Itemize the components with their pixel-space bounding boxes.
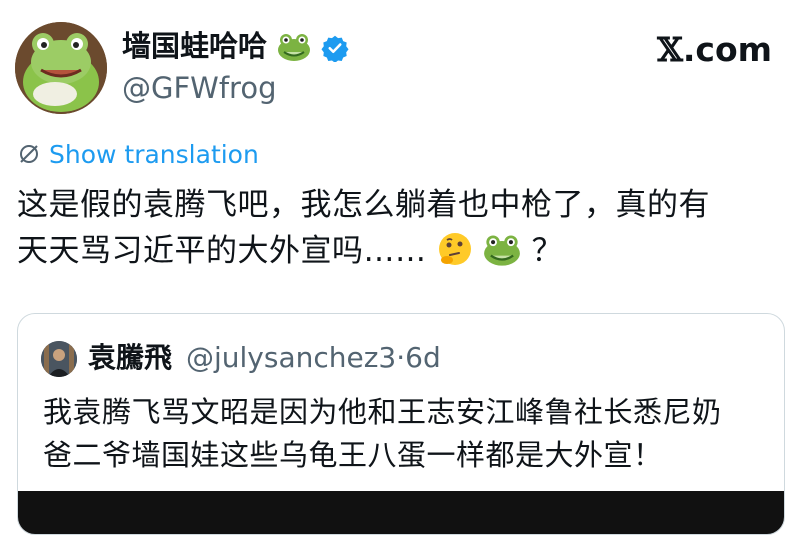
translate-globe-icon <box>20 145 38 163</box>
meta-separator: · <box>396 341 406 374</box>
tweet-trailing-mark: ？ <box>531 233 564 269</box>
author-avatar[interactable] <box>15 22 107 114</box>
frog-face-emoji <box>277 32 311 72</box>
tweet-line-1: 这是假的袁腾飞吧，我怎么躺着也中枪了，真的有 <box>17 187 710 223</box>
thinking-face-emoji <box>437 231 473 280</box>
x-logo-letter: 𝕏 <box>657 30 683 69</box>
quote-meta: @julysanchez3·6d <box>186 338 441 378</box>
quote-line-1: 我袁腾飞骂文昭是因为他和王志安江峰鲁社长悉尼奶 <box>43 395 722 429</box>
frog-face-emoji <box>483 233 521 280</box>
x-com-logo: 𝕏.com <box>657 28 772 72</box>
quote-author-name[interactable]: 袁騰飛 <box>88 338 172 378</box>
brand-domain: .com <box>682 30 772 69</box>
author-display-name[interactable]: 墙国蛙哈哈 <box>122 26 349 72</box>
verified-badge-icon[interactable] <box>321 32 349 72</box>
tweet-body: 这是假的袁腾飞吧，我怎么躺着也中枪了，真的有 天天骂习近平的大外宣吗…… ？ <box>17 182 787 280</box>
show-translation-label: Show translation <box>49 140 259 169</box>
tweet-line-2: 天天骂习近平的大外宣吗…… <box>17 233 427 269</box>
author-name-text: 墙国蛙哈哈 <box>122 29 268 63</box>
quote-line-2: 爸二爷墙国娃这些乌龟王八蛋一样都是大外宣！ <box>43 438 663 472</box>
person-avatar-icon <box>41 341 77 377</box>
quoted-tweet-card[interactable]: 袁騰飛 @julysanchez3·6d 我袁腾飞骂文昭是因为他和王志安江峰鲁社… <box>17 313 785 535</box>
author-handle[interactable]: @GFWfrog <box>122 68 276 108</box>
tweet-line-2-wrap: 天天骂习近平的大外宣吗…… ？ <box>17 228 787 280</box>
show-translation-link[interactable]: Show translation <box>17 138 259 172</box>
quote-author-avatar[interactable] <box>41 341 77 377</box>
quote-body: 我袁腾飞骂文昭是因为他和王志安江峰鲁社长悉尼奶 爸二爷墙国娃这些乌龟王八蛋一样都… <box>43 391 768 477</box>
quote-author-handle[interactable]: @julysanchez3 <box>186 341 396 374</box>
quote-media-preview[interactable] <box>18 491 784 534</box>
quote-timestamp[interactable]: 6d <box>405 341 441 374</box>
frog-avatar-icon <box>15 22 107 114</box>
